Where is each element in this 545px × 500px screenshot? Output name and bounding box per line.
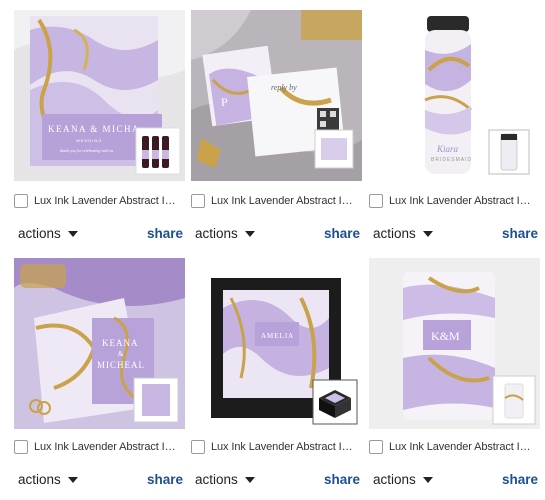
product-title[interactable]: Lux Ink Lavender Abstract ID99... — [389, 195, 538, 207]
actions-label: actions — [373, 226, 416, 241]
candle-monogram-text: K&M — [431, 329, 460, 343]
rsvp-card-thumbnail: P reply by — [191, 10, 362, 181]
select-checkbox[interactable] — [191, 194, 205, 208]
tumbler-role-text: BRIDESMAID — [431, 157, 472, 163]
actions-dropdown[interactable]: actions — [18, 472, 78, 487]
product-image[interactable]: Kiara BRIDESMAID — [369, 10, 540, 181]
product-image[interactable]: KEANA & MICHA WEDDING thank you for cele… — [14, 10, 185, 181]
product-title[interactable]: Lux Ink Lavender Abstract ID990 — [34, 441, 183, 453]
share-link[interactable]: share — [502, 472, 538, 487]
box-name-text: AMELIA — [261, 332, 294, 340]
select-checkbox[interactable] — [369, 440, 383, 454]
share-link[interactable]: share — [324, 472, 360, 487]
caret-down-icon — [67, 476, 78, 483]
product-image[interactable]: K&M — [369, 258, 540, 429]
caret-down-icon — [67, 230, 78, 237]
product-title[interactable]: Lux Ink Lavender Abstract ID99... — [211, 441, 360, 453]
actions-label: actions — [18, 226, 61, 241]
tumbler-thumbnail: Kiara BRIDESMAID — [369, 10, 540, 181]
actions-dropdown[interactable]: actions — [373, 226, 433, 241]
actions-dropdown[interactable]: actions — [195, 226, 255, 241]
wedding-invitation-thumbnail: KEANA & MICHA WEDDING thank you for cele… — [14, 10, 185, 181]
share-link[interactable]: share — [324, 226, 360, 241]
product-title[interactable]: Lux Ink Lavender Abstract ID99... — [34, 195, 183, 207]
product-title[interactable]: Lux Ink Lavender Abstract ID99... — [389, 441, 538, 453]
select-checkbox[interactable] — [191, 440, 205, 454]
product-image[interactable]: P reply by — [191, 10, 362, 181]
invitation-amp-text: & — [118, 350, 124, 358]
share-link[interactable]: share — [502, 226, 538, 241]
actions-label: actions — [373, 472, 416, 487]
actions-label: actions — [18, 472, 61, 487]
actions-label: actions — [195, 472, 238, 487]
caret-down-icon — [422, 476, 433, 483]
caret-down-icon — [244, 476, 255, 483]
invitation-name1-text: KEANA — [102, 338, 139, 348]
monogram-text: P — [221, 95, 228, 109]
product-title[interactable]: Lux Ink Lavender Abstract ID99... — [211, 195, 360, 207]
actions-dropdown[interactable]: actions — [373, 472, 433, 487]
invitation-name2-text: MICHEAL — [97, 360, 145, 370]
caret-down-icon — [244, 230, 255, 237]
share-link[interactable]: share — [147, 226, 183, 241]
actions-dropdown[interactable]: actions — [18, 226, 78, 241]
keepsake-box-thumbnail: AMELIA — [191, 258, 362, 429]
invitation-thanks-text: thank you for celebrating with us — [60, 148, 113, 153]
pillar-candle-thumbnail: K&M — [369, 258, 540, 429]
select-checkbox[interactable] — [14, 440, 28, 454]
product-image[interactable]: KEANA & MICHEAL — [14, 258, 185, 429]
tumbler-name-text: Kiara — [436, 144, 459, 154]
select-checkbox[interactable] — [369, 194, 383, 208]
product-image[interactable]: AMELIA — [191, 258, 362, 429]
share-link[interactable]: share — [147, 472, 183, 487]
invitation-suite-thumbnail: KEANA & MICHEAL — [14, 258, 185, 429]
caret-down-icon — [422, 230, 433, 237]
invitation-names-text: KEANA & MICHA — [48, 124, 140, 134]
invitation-subtitle-text: WEDDING — [76, 138, 102, 143]
reply-by-text: reply by — [271, 83, 297, 92]
actions-label: actions — [195, 226, 238, 241]
select-checkbox[interactable] — [14, 194, 28, 208]
actions-dropdown[interactable]: actions — [195, 472, 255, 487]
